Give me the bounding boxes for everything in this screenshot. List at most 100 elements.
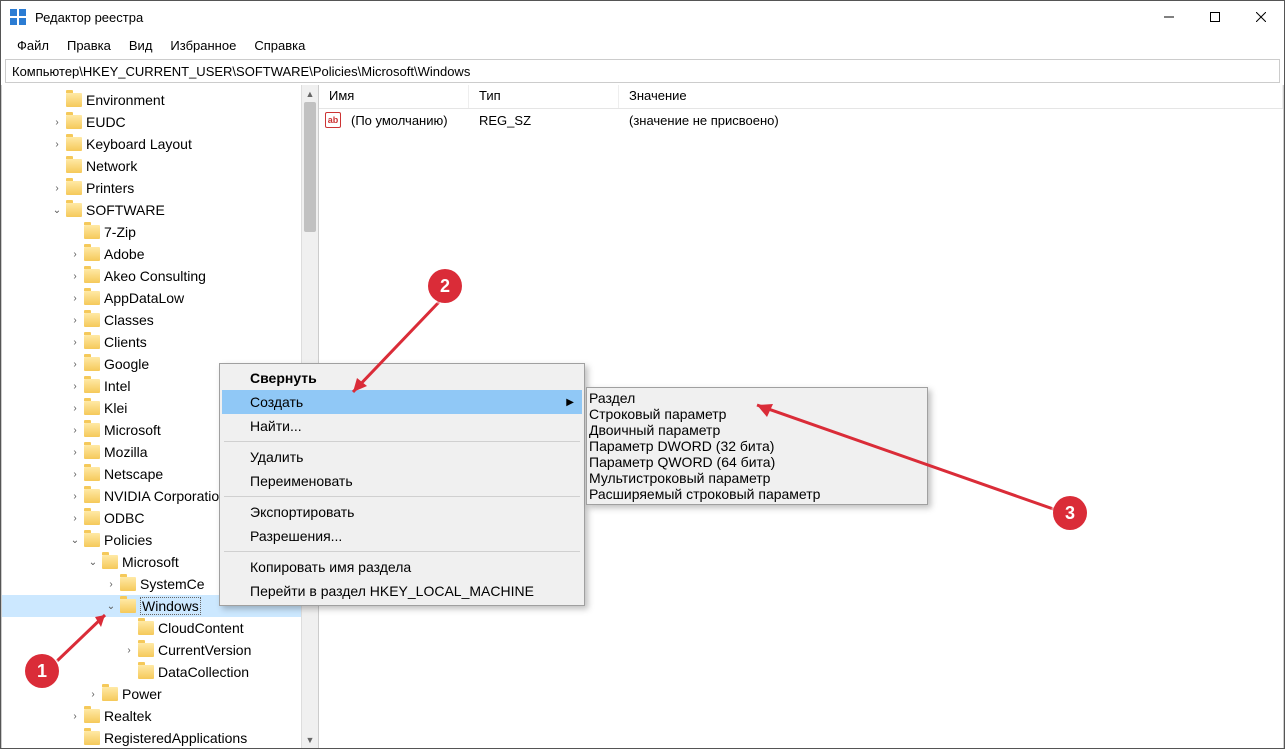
menu-edit[interactable]: Правка bbox=[59, 36, 119, 55]
tree-item-appdatalow[interactable]: ›AppDataLow bbox=[2, 287, 318, 309]
chevron-right-icon[interactable]: › bbox=[68, 491, 82, 502]
folder-icon bbox=[84, 401, 100, 415]
chevron-down-icon[interactable]: ⌄ bbox=[50, 205, 64, 216]
col-header-value[interactable]: Значение bbox=[619, 85, 1283, 108]
chevron-right-icon: ▶ bbox=[566, 397, 574, 408]
submenu-item-двоичный-параметр[interactable]: Двоичный параметр bbox=[589, 422, 925, 438]
menu-item-label: Свернуть bbox=[250, 370, 317, 386]
tree-item-label: Mozilla bbox=[104, 444, 148, 460]
tree-item-keyboard-layout[interactable]: ›Keyboard Layout bbox=[2, 133, 318, 155]
chevron-right-icon[interactable]: › bbox=[68, 337, 82, 348]
menubar: Файл Правка Вид Избранное Справка bbox=[1, 33, 1284, 57]
submenu-item-параметр-qword-64-бита-[interactable]: Параметр QWORD (64 бита) bbox=[589, 454, 925, 470]
close-button[interactable] bbox=[1238, 1, 1284, 33]
tree-item-classes[interactable]: ›Classes bbox=[2, 309, 318, 331]
chevron-right-icon[interactable]: › bbox=[68, 447, 82, 458]
chevron-right-icon[interactable]: › bbox=[68, 403, 82, 414]
folder-icon bbox=[84, 225, 100, 239]
chevron-right-icon[interactable]: › bbox=[68, 315, 82, 326]
chevron-down-icon[interactable]: ⌄ bbox=[104, 601, 118, 612]
tree-item-label: Netscape bbox=[104, 466, 163, 482]
menu-favorites[interactable]: Избранное bbox=[162, 36, 244, 55]
folder-icon bbox=[84, 467, 100, 481]
menu-file[interactable]: Файл bbox=[9, 36, 57, 55]
folder-icon bbox=[66, 115, 82, 129]
reg-sz-icon: ab bbox=[325, 112, 341, 128]
chevron-right-icon[interactable]: › bbox=[50, 183, 64, 194]
chevron-down-icon[interactable]: ⌄ bbox=[68, 535, 82, 546]
chevron-down-icon[interactable]: ⌄ bbox=[86, 557, 100, 568]
folder-icon bbox=[84, 533, 100, 547]
minimize-button[interactable] bbox=[1146, 1, 1192, 33]
menu-item-label: Строковый параметр bbox=[589, 406, 726, 422]
tree-item-label: DataCollection bbox=[158, 664, 249, 680]
chevron-right-icon[interactable]: › bbox=[86, 689, 100, 700]
tree-item-label: Clients bbox=[104, 334, 147, 350]
chevron-right-icon[interactable]: › bbox=[68, 513, 82, 524]
menu-help[interactable]: Справка bbox=[246, 36, 313, 55]
menu-item-label: Разрешения... bbox=[250, 528, 342, 544]
menu-item-перейти-в-раздел-hkey-local-machine[interactable]: Перейти в раздел HKEY_LOCAL_MACHINE bbox=[222, 579, 582, 603]
chevron-right-icon[interactable]: › bbox=[68, 469, 82, 480]
tree-item-registeredapplications[interactable]: RegisteredApplications bbox=[2, 727, 318, 748]
menu-item-label: Создать bbox=[250, 394, 303, 410]
tree-item-label: Klei bbox=[104, 400, 127, 416]
menu-item-разрешения-[interactable]: Разрешения... bbox=[222, 524, 582, 548]
chevron-right-icon[interactable]: › bbox=[50, 139, 64, 150]
tree-item-label: Power bbox=[122, 686, 162, 702]
chevron-right-icon[interactable]: › bbox=[68, 293, 82, 304]
menu-item-переименовать[interactable]: Переименовать bbox=[222, 469, 582, 493]
submenu-item-расширяемый-строковый-параметр[interactable]: Расширяемый строковый параметр bbox=[589, 486, 925, 502]
col-header-name[interactable]: Имя bbox=[319, 85, 469, 108]
menu-item-найти-[interactable]: Найти... bbox=[222, 414, 582, 438]
tree-item-printers[interactable]: ›Printers bbox=[2, 177, 318, 199]
chevron-right-icon[interactable]: › bbox=[68, 249, 82, 260]
tree-item-label: EUDC bbox=[86, 114, 126, 130]
context-menu[interactable]: Свернуть Создать ▶ Найти... УдалитьПереимено… bbox=[219, 363, 585, 606]
scroll-thumb[interactable] bbox=[304, 102, 316, 232]
menu-item-копировать-имя-раздела[interactable]: Копировать имя раздела bbox=[222, 555, 582, 579]
menu-item-label: Копировать имя раздела bbox=[250, 559, 411, 575]
submenu-item-строковый-параметр[interactable]: Строковый параметр bbox=[589, 406, 925, 422]
chevron-right-icon[interactable]: › bbox=[68, 381, 82, 392]
chevron-right-icon[interactable]: › bbox=[68, 271, 82, 282]
window-title: Редактор реестра bbox=[35, 10, 1146, 25]
tree-item-7-zip[interactable]: 7-Zip bbox=[2, 221, 318, 243]
scroll-down-icon[interactable]: ▼ bbox=[302, 731, 318, 748]
menu-item-удалить[interactable]: Удалить bbox=[222, 445, 582, 469]
tree-item-clients[interactable]: › Clients bbox=[2, 331, 318, 353]
menu-item-создать[interactable]: Создать ▶ bbox=[222, 390, 582, 414]
submenu-item-параметр-dword-32-бита-[interactable]: Параметр DWORD (32 бита) bbox=[589, 438, 925, 454]
submenu-create[interactable]: РазделСтроковый параметрДвоичный парамет… bbox=[586, 387, 928, 505]
titlebar: Редактор реестра bbox=[1, 1, 1284, 33]
menu-item-свернуть[interactable]: Свернуть bbox=[222, 366, 582, 390]
tree-item-label: NVIDIA Corporation bbox=[104, 488, 227, 504]
chevron-right-icon[interactable]: › bbox=[122, 645, 136, 656]
tree-item-adobe[interactable]: ›Adobe bbox=[2, 243, 318, 265]
tree-item-akeo-consulting[interactable]: ›Akeo Consulting bbox=[2, 265, 318, 287]
menu-item-label: Найти... bbox=[250, 418, 302, 434]
tree-item-realtek[interactable]: ›Realtek bbox=[2, 705, 318, 727]
tree-item-network[interactable]: Network bbox=[2, 155, 318, 177]
menu-item-экспортировать[interactable]: Экспортировать bbox=[222, 500, 582, 524]
list-row[interactable]: ab (По умолчанию) REG_SZ (значение не пр… bbox=[319, 109, 1283, 131]
chevron-right-icon[interactable]: › bbox=[68, 359, 82, 370]
menu-item-label: Параметр DWORD (32 бита) bbox=[589, 438, 774, 454]
tree-item-eudc[interactable]: › EUDC bbox=[2, 111, 318, 133]
tree-item-software[interactable]: ⌄SOFTWARE bbox=[2, 199, 318, 221]
chevron-right-icon[interactable]: › bbox=[104, 579, 118, 590]
address-bar[interactable]: Компьютер\HKEY_CURRENT_USER\SOFTWARE\Pol… bbox=[5, 59, 1280, 83]
tree-item-label: 7-Zip bbox=[104, 224, 136, 240]
submenu-item-мультистроковый-параметр[interactable]: Мультистроковый параметр bbox=[589, 470, 925, 486]
chevron-right-icon[interactable]: › bbox=[68, 425, 82, 436]
folder-icon bbox=[84, 335, 100, 349]
tree-item-cloudcontent[interactable]: CloudContent bbox=[2, 617, 318, 639]
scroll-up-icon[interactable]: ▲ bbox=[302, 85, 318, 102]
tree-item-environment[interactable]: Environment bbox=[2, 89, 318, 111]
chevron-right-icon[interactable]: › bbox=[68, 711, 82, 722]
submenu-item-раздел[interactable]: Раздел bbox=[589, 390, 925, 406]
col-header-type[interactable]: Тип bbox=[469, 85, 619, 108]
chevron-right-icon[interactable]: › bbox=[50, 117, 64, 128]
menu-view[interactable]: Вид bbox=[121, 36, 161, 55]
maximize-button[interactable] bbox=[1192, 1, 1238, 33]
